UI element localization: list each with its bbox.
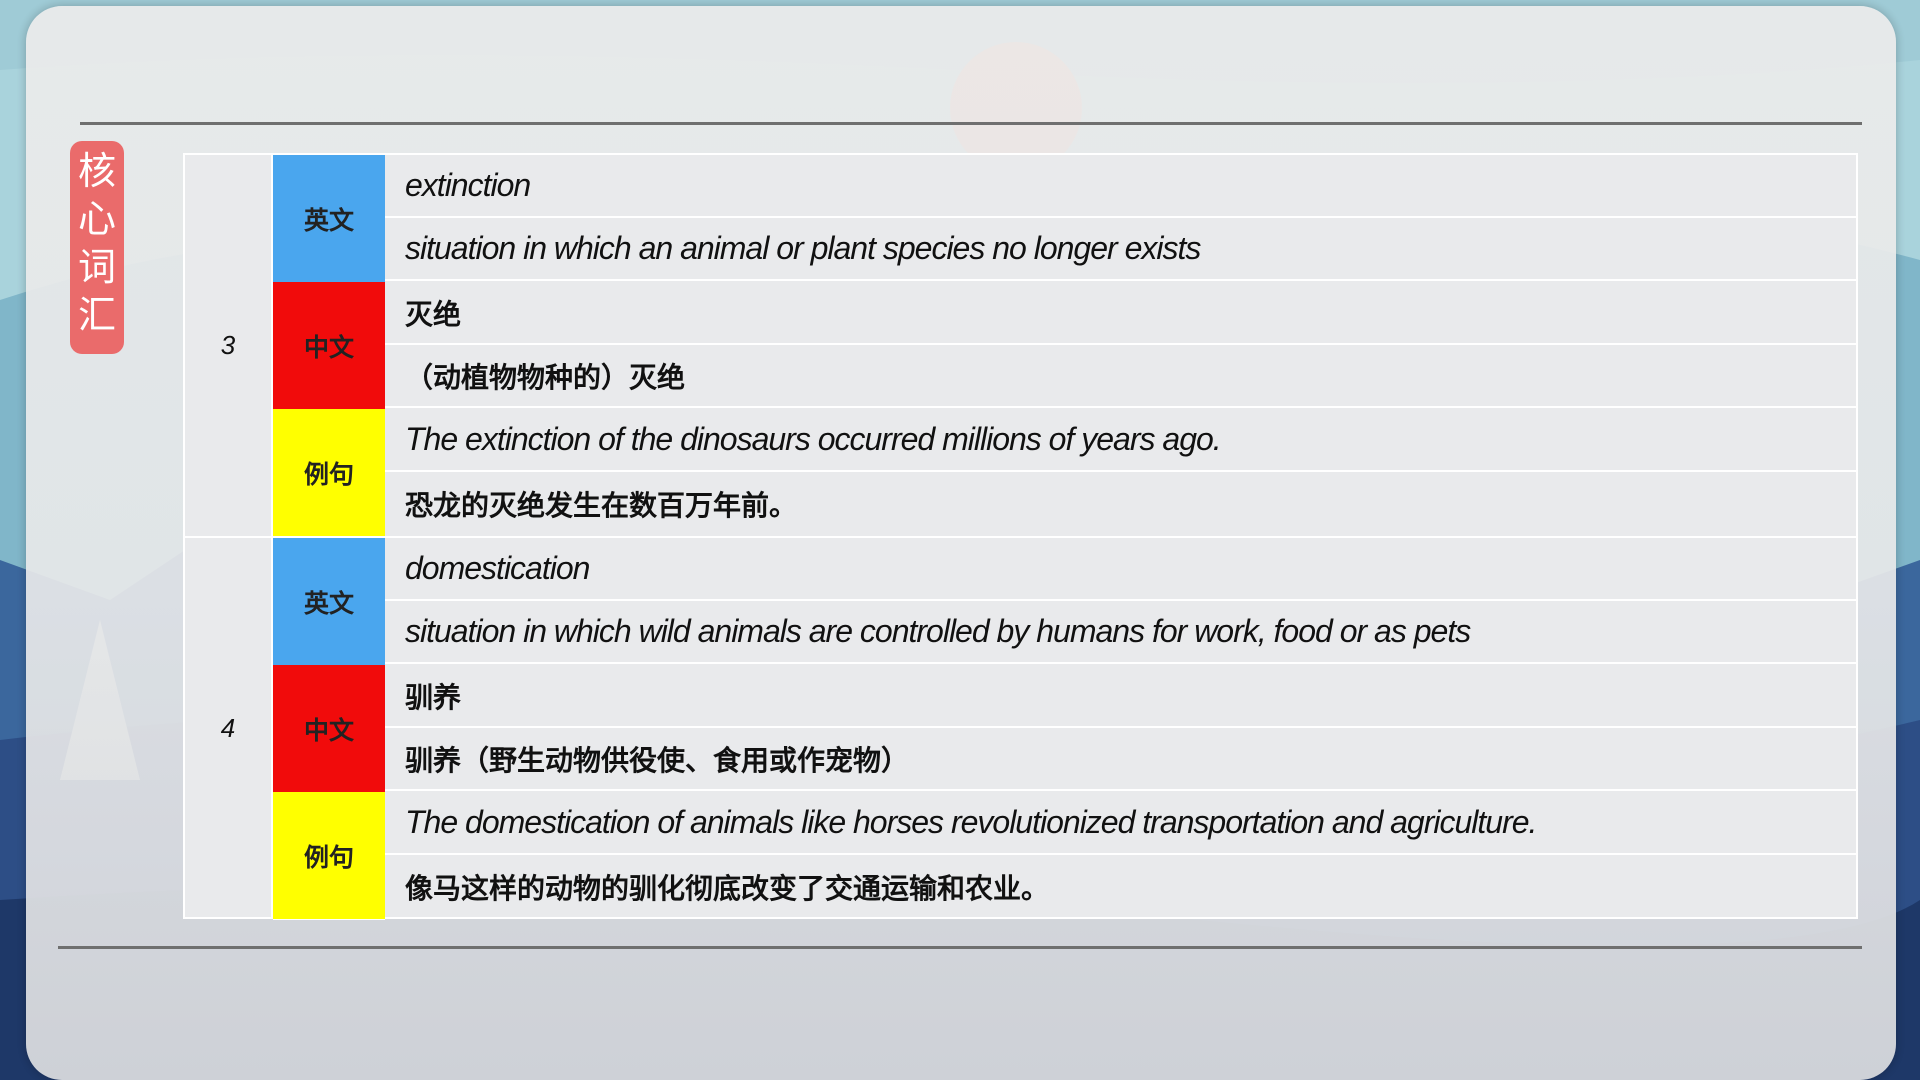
- badge-char: 心: [77, 197, 116, 241]
- chinese-word: 灭绝: [385, 282, 1856, 345]
- chinese-word: 驯养: [385, 665, 1856, 728]
- chinese-label: 中文: [273, 665, 385, 793]
- english-label: 英文: [273, 538, 385, 666]
- badge-char: 核: [77, 149, 116, 193]
- chinese-label: 中文: [273, 282, 385, 410]
- core-vocabulary-badge: 核 心 词 汇: [70, 141, 124, 354]
- badge-char: 词: [77, 245, 116, 289]
- english-word: domestication: [385, 538, 1856, 601]
- entry-number: 3: [185, 155, 273, 536]
- vocabulary-table: 3 英文 中文 例句 extinction situation in which…: [183, 153, 1858, 920]
- english-label: 英文: [273, 155, 385, 283]
- bottom-divider: [58, 946, 1862, 949]
- vocab-entry: 3 英文 中文 例句 extinction situation in which…: [185, 155, 1856, 537]
- english-definition: situation in which wild animals are cont…: [385, 601, 1856, 664]
- chinese-definition: 驯养（野生动物供役使、食用或作宠物）: [385, 728, 1856, 791]
- top-divider: [80, 122, 1862, 125]
- example-label: 例句: [273, 792, 385, 920]
- example-english: The extinction of the dinosaurs occurred…: [385, 409, 1856, 472]
- chinese-definition: （动植物物种的）灭绝: [385, 345, 1856, 408]
- example-english: The domestication of animals like horses…: [385, 792, 1856, 855]
- english-definition: situation in which an animal or plant sp…: [385, 218, 1856, 281]
- english-word: extinction: [385, 155, 1856, 218]
- example-chinese: 恐龙的灭绝发生在数百万年前。: [405, 488, 798, 522]
- entry-number: 4: [185, 538, 273, 919]
- badge-char: 汇: [77, 293, 116, 337]
- vocab-entry: 4 英文 中文 例句 domestication situation in wh…: [185, 536, 1856, 920]
- example-label: 例句: [273, 409, 385, 537]
- example-chinese: 像马这样的动物的驯化彻底改变了交通运输和农业。: [405, 871, 1050, 905]
